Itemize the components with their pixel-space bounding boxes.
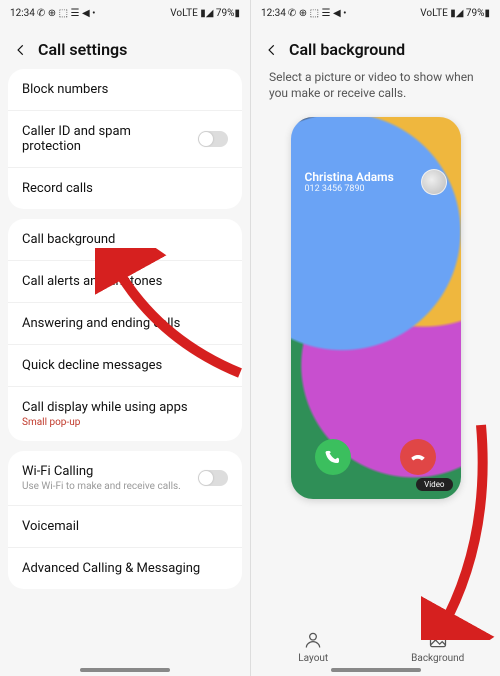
- tab-layout-label: Layout: [298, 653, 328, 664]
- screen-call-settings: 12:34 ✆ ⊕ ⬚ ☰ ◀ • VoLTE ▮◢ 79%▮ Call set…: [0, 0, 250, 676]
- avatar: [421, 169, 447, 195]
- label-record-calls: Record calls: [22, 181, 93, 196]
- bottom-tabs: Layout Background: [251, 630, 500, 664]
- label-call-background: Call background: [22, 232, 115, 247]
- row-answering[interactable]: Answering and ending calls: [8, 303, 242, 345]
- row-quick-decline[interactable]: Quick decline messages: [8, 345, 242, 387]
- caller-number: 012 3456 7890: [305, 184, 394, 194]
- status-right-icons: VoLTE ▮◢ 79%▮: [170, 8, 240, 19]
- row-caller-id[interactable]: Caller ID and spam protection: [8, 111, 242, 168]
- phone-down-icon: [409, 448, 427, 466]
- label-quick-decline: Quick decline messages: [22, 358, 162, 373]
- row-block-numbers[interactable]: Block numbers: [8, 69, 242, 111]
- row-advanced-calling[interactable]: Advanced Calling & Messaging: [8, 548, 242, 589]
- status-right-icons: VoLTE ▮◢ 79%▮: [420, 8, 490, 19]
- caller-info: Christina Adams 012 3456 7890: [305, 169, 447, 195]
- settings-group-3: Wi-Fi Calling Use Wi-Fi to make and rece…: [8, 451, 242, 589]
- toggle-wifi-calling[interactable]: [198, 470, 228, 486]
- row-call-background[interactable]: Call background: [8, 219, 242, 261]
- label-wifi-calling-sub: Use Wi-Fi to make and receive calls.: [22, 481, 181, 492]
- person-icon: [303, 630, 323, 650]
- caller-name: Christina Adams: [305, 170, 394, 184]
- back-icon[interactable]: [14, 43, 28, 57]
- row-call-display[interactable]: Call display while using apps Small pop-…: [8, 387, 242, 441]
- reject-call-button[interactable]: [400, 439, 436, 475]
- accept-call-button[interactable]: [315, 439, 351, 475]
- label-call-display: Call display while using apps Small pop-…: [22, 400, 188, 428]
- status-time: 12:34: [261, 8, 286, 19]
- label-answering: Answering and ending calls: [22, 316, 180, 331]
- settings-group-1: Block numbers Caller ID and spam protect…: [8, 69, 242, 209]
- tab-background[interactable]: Background: [376, 630, 500, 664]
- status-bar: 12:34 ✆ ⊕ ⬚ ☰ ◀ • VoLTE ▮◢ 79%▮: [251, 0, 500, 26]
- label-wifi-calling: Wi-Fi Calling Use Wi-Fi to make and rece…: [22, 464, 181, 492]
- page-subtitle: Select a picture or video to show when y…: [251, 69, 500, 113]
- screen-call-background: 12:34 ✆ ⊕ ⬚ ☰ ◀ • VoLTE ▮◢ 79%▮ Call bac…: [250, 0, 500, 676]
- phone-icon: [324, 448, 342, 466]
- label-block-numbers: Block numbers: [22, 82, 108, 97]
- titlebar: Call background: [251, 26, 500, 69]
- row-voicemail[interactable]: Voicemail: [8, 506, 242, 548]
- status-bar: 12:34 ✆ ⊕ ⬚ ☰ ◀ • VoLTE ▮◢ 79%▮: [0, 0, 250, 26]
- video-badge: Video: [416, 478, 452, 491]
- tab-layout[interactable]: Layout: [251, 630, 376, 664]
- settings-group-2: Call background Call alerts and ringtone…: [8, 219, 242, 441]
- home-indicator[interactable]: [80, 668, 170, 672]
- label-voicemail: Voicemail: [22, 519, 79, 534]
- page-title: Call settings: [38, 40, 127, 59]
- status-time: 12:34: [10, 8, 35, 19]
- status-left-icons: ✆ ⊕ ⬚ ☰ ◀ •: [288, 8, 347, 19]
- back-icon[interactable]: [265, 43, 279, 57]
- status-left-icons: ✆ ⊕ ⬚ ☰ ◀ •: [37, 8, 96, 19]
- row-wifi-calling[interactable]: Wi-Fi Calling Use Wi-Fi to make and rece…: [8, 451, 242, 506]
- call-buttons: [291, 439, 461, 475]
- tab-background-label: Background: [411, 653, 464, 664]
- label-advanced-calling: Advanced Calling & Messaging: [22, 561, 200, 576]
- label-call-display-sub: Small pop-up: [22, 417, 188, 428]
- image-icon: [428, 630, 448, 650]
- call-background-preview[interactable]: Christina Adams 012 3456 7890 Video: [291, 117, 461, 499]
- home-indicator[interactable]: [331, 668, 421, 672]
- toggle-caller-id[interactable]: [198, 131, 228, 147]
- row-call-alerts[interactable]: Call alerts and ringtones: [8, 261, 242, 303]
- page-title: Call background: [289, 40, 405, 59]
- label-caller-id: Caller ID and spam protection: [22, 124, 172, 154]
- label-call-alerts: Call alerts and ringtones: [22, 274, 162, 289]
- row-record-calls[interactable]: Record calls: [8, 168, 242, 209]
- titlebar: Call settings: [0, 26, 250, 69]
